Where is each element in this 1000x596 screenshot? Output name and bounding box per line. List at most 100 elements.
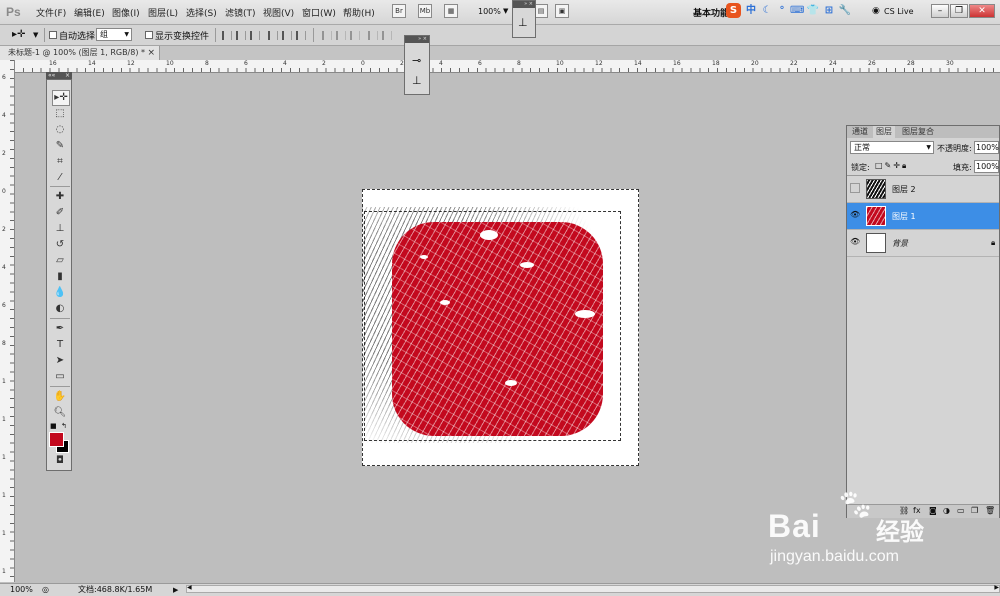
tab-channels[interactable]: 通道 (849, 126, 871, 138)
grid-icon[interactable]: ⊞ (822, 4, 836, 18)
quick-mask-icon[interactable]: ◘ (52, 454, 68, 468)
opacity-input[interactable]: 100% (974, 141, 999, 154)
visibility-toggle-off[interactable] (850, 183, 860, 193)
layer-row-selected[interactable]: 👁︎ 图层 1 (847, 203, 999, 230)
align-right-icon[interactable] (296, 31, 306, 40)
quick-select-tool-icon[interactable]: ✎ (52, 139, 68, 153)
move-tool-preset-icon[interactable]: ▸✛ (12, 29, 25, 40)
close-window-button[interactable]: ✕ (969, 4, 995, 18)
document-tab[interactable]: 未标题-1 @ 100% (图层 1, RGB/8) * × (0, 46, 160, 60)
tab-layer-comps[interactable]: 图层复合 (899, 126, 937, 138)
layer-row[interactable]: 图层 2 (847, 176, 999, 203)
new-layer-icon[interactable]: ❐ (971, 506, 978, 515)
status-info-icon[interactable]: ◎ (42, 584, 49, 596)
eraser-tool-icon[interactable]: ▱ (52, 254, 68, 268)
mini-bridge-button[interactable]: Mb (418, 4, 432, 18)
align-horizontal-center-icon[interactable] (282, 31, 292, 40)
align-bottom-icon[interactable] (250, 31, 260, 40)
path-selection-tool-icon[interactable]: ➤ (52, 354, 68, 368)
eye-icon[interactable]: 👁︎ (850, 237, 860, 247)
layer-name[interactable]: 背景 (892, 238, 908, 249)
auto-select-checkbox[interactable] (49, 31, 57, 39)
restore-button[interactable]: ❐ (950, 4, 968, 18)
pen-tool-icon[interactable]: ✒ (52, 322, 68, 336)
zoom-tool-icon[interactable]: 🔍︎ (52, 406, 68, 420)
align-left-icon[interactable] (268, 31, 278, 40)
distribute-bottom-icon[interactable] (350, 31, 360, 40)
panel-header[interactable]: » × (405, 36, 429, 43)
tool-preset-icon[interactable]: ⊥ (412, 74, 422, 87)
distribute-left-icon[interactable] (368, 31, 378, 40)
distribute-top-icon[interactable] (322, 31, 332, 40)
auto-select-target-select[interactable]: 组 ▼ (96, 28, 132, 41)
clone-source-icon[interactable]: ⊥ (518, 16, 528, 29)
move-tool-icon[interactable]: ▸✛ (52, 90, 70, 106)
layer-name[interactable]: 图层 1 (892, 211, 916, 222)
dodge-tool-icon[interactable]: ◐ (52, 302, 68, 316)
new-group-icon[interactable]: ▭ (957, 506, 965, 515)
distribute-hcenter-icon[interactable] (382, 31, 392, 40)
show-transform-checkbox[interactable] (145, 31, 153, 39)
tab-layers[interactable]: 图层 (873, 126, 895, 138)
eye-icon[interactable]: 👁︎ (850, 210, 860, 220)
layer-mask-icon[interactable]: ◙ (929, 506, 937, 515)
layer-name[interactable]: 图层 2 (892, 184, 916, 195)
hand-tool-icon[interactable]: ✋ (52, 390, 68, 404)
view-extras-button[interactable]: ▦ (444, 4, 458, 18)
keyboard-icon[interactable]: ⌨ (790, 4, 804, 18)
screen-mode-button[interactable]: ▣ (555, 4, 569, 18)
vertical-ruler[interactable]: 6 4 2 0 2 4 6 8 1 1 1 1 1 1 (0, 60, 15, 582)
ime-mode-label[interactable]: 中 (744, 4, 758, 18)
menu-filter[interactable]: 滤镜(T) (225, 6, 256, 19)
distribute-center-icon[interactable] (336, 31, 346, 40)
eyedropper-tool-icon[interactable]: ⁄ (52, 171, 68, 185)
marquee-tool-icon[interactable]: ⬚ (52, 107, 68, 121)
scroll-right-arrow-icon[interactable]: ▶ (994, 584, 999, 591)
align-top-icon[interactable] (222, 31, 232, 40)
sogou-ime-icon[interactable]: S (726, 3, 741, 18)
cs-live-button[interactable]: CS Live (884, 7, 914, 16)
brush-preset-icon[interactable]: ⊸ (412, 54, 421, 67)
layer-row[interactable]: 👁︎ 背景 🔒︎ (847, 230, 999, 257)
menu-layer[interactable]: 图层(L) (148, 6, 178, 19)
foreground-color-swatch[interactable] (49, 432, 64, 447)
menu-select[interactable]: 选择(S) (186, 6, 217, 19)
lasso-tool-icon[interactable]: ◌ (52, 123, 68, 137)
clone-stamp-tool-icon[interactable]: ⊥ (52, 222, 68, 236)
gradient-tool-icon[interactable]: ▮ (52, 270, 68, 284)
panel-header[interactable]: » × (513, 1, 535, 8)
scroll-left-arrow-icon[interactable]: ◀ (187, 584, 192, 591)
menu-help[interactable]: 帮助(H) (343, 6, 375, 19)
horizontal-ruler[interactable]: 16 14 12 10 8 6 4 2 0 2 4 6 8 10 12 14 16 18 20 22 24 26 28 30 (14, 60, 1000, 73)
bridge-button[interactable]: Br (392, 4, 406, 18)
punctuation-icon[interactable]: ° (775, 4, 789, 18)
type-tool-icon[interactable]: T (52, 338, 68, 352)
history-brush-tool-icon[interactable]: ↺ (52, 238, 68, 252)
default-colors-icon[interactable]: ■ (50, 422, 57, 430)
healing-brush-tool-icon[interactable]: ✚ (52, 190, 68, 204)
crop-tool-icon[interactable]: ⌗ (52, 155, 68, 169)
zoom-level-dropdown[interactable]: 100% (478, 7, 501, 16)
status-zoom[interactable]: 100% (10, 584, 33, 596)
moon-icon[interactable]: ☾ (760, 4, 774, 18)
shirt-icon[interactable]: 👕 (806, 4, 820, 18)
status-menu-arrow-icon[interactable]: ▶ (173, 584, 178, 596)
arrange-documents-button[interactable]: ▤ (534, 4, 548, 18)
menu-edit[interactable]: 编辑(E) (74, 6, 105, 19)
menu-view[interactable]: 视图(V) (263, 6, 294, 19)
fill-input[interactable]: 100% (974, 160, 999, 173)
lock-options-icons[interactable]: □✎✛🔒︎ (875, 161, 908, 171)
menu-image[interactable]: 图像(I) (112, 6, 140, 19)
align-vertical-center-icon[interactable] (236, 31, 246, 40)
adjustment-layer-icon[interactable]: ◑ (943, 506, 950, 515)
minimize-button[interactable]: – (931, 4, 949, 18)
menu-window[interactable]: 窗口(W) (302, 6, 336, 19)
close-document-icon[interactable]: × (147, 46, 155, 60)
workspace-switcher[interactable]: 基本功能 (693, 6, 729, 19)
horizontal-scrollbar[interactable]: ◀ ▶ (186, 584, 1000, 593)
blur-tool-icon[interactable]: 💧 (52, 286, 68, 300)
blend-mode-select[interactable]: 正常 ▼ (850, 141, 934, 154)
brush-tool-icon[interactable]: ✐ (52, 206, 68, 220)
wrench-icon[interactable]: 🔧 (838, 4, 852, 18)
swap-colors-icon[interactable]: ↰ (61, 422, 67, 430)
